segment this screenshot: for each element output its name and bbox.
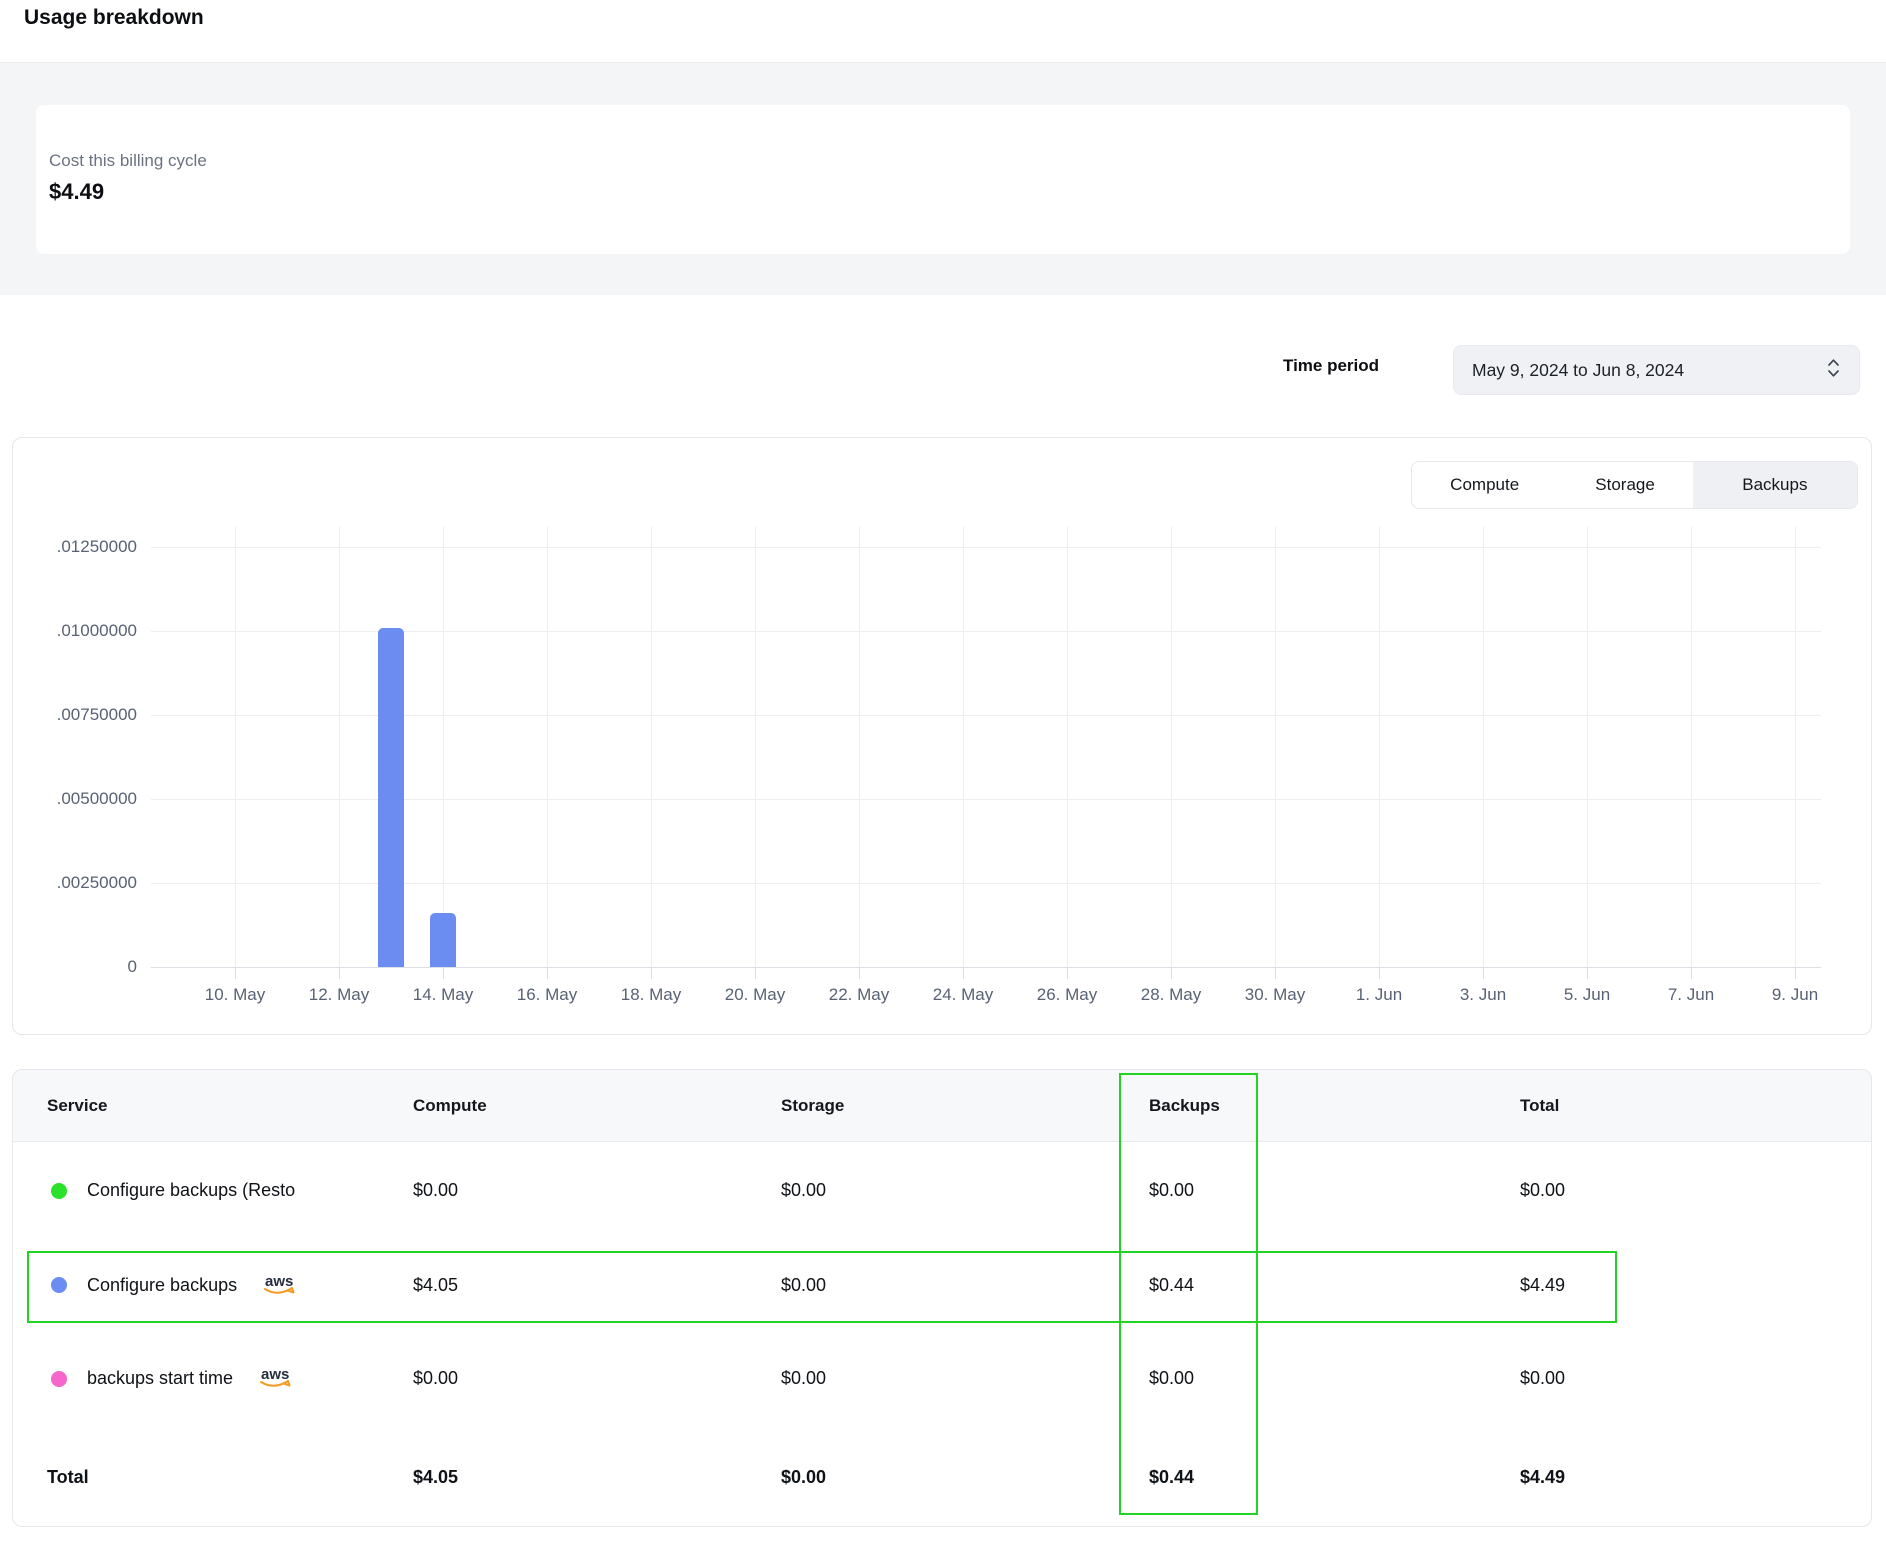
storage-cell: $0.00 bbox=[781, 1275, 1149, 1296]
backups-cell: $0.44 bbox=[1149, 1275, 1520, 1296]
x-axis-label: 14. May bbox=[388, 985, 498, 1005]
x-axis-label: 5. Jun bbox=[1532, 985, 1642, 1005]
cost-summary-card: Cost this billing cycle $4.49 bbox=[36, 105, 1850, 254]
x-axis-label: 26. May bbox=[1012, 985, 1122, 1005]
col-header-backups: Backups bbox=[1149, 1096, 1520, 1116]
table-row: backups start time aws $0.00 $0.00 $0.00… bbox=[13, 1331, 1871, 1426]
summary-band: Cost this billing cycle $4.49 bbox=[0, 62, 1886, 295]
compute-total: $4.05 bbox=[413, 1467, 781, 1488]
backups-cell: $0.00 bbox=[1149, 1368, 1520, 1389]
svg-text:aws: aws bbox=[261, 1366, 289, 1383]
tab-backups[interactable]: Backups bbox=[1693, 462, 1857, 508]
storage-total: $0.00 bbox=[781, 1467, 1149, 1488]
cost-label: Cost this billing cycle bbox=[49, 151, 207, 171]
y-axis-label: .01250000 bbox=[31, 537, 137, 557]
y-axis-label: .00750000 bbox=[31, 705, 137, 725]
aws-logo-icon: aws bbox=[261, 1273, 299, 1302]
service-name: Configure backups bbox=[87, 1275, 237, 1296]
x-axis-label: 24. May bbox=[908, 985, 1018, 1005]
compute-cell: $0.00 bbox=[413, 1180, 781, 1201]
total-cell: $0.00 bbox=[1520, 1180, 1871, 1201]
col-header-storage: Storage bbox=[781, 1096, 1149, 1116]
x-axis-label: 28. May bbox=[1116, 985, 1226, 1005]
y-axis-label: .00250000 bbox=[31, 873, 137, 893]
tab-compute[interactable]: Compute bbox=[1412, 462, 1557, 508]
y-axis-label: .00500000 bbox=[31, 789, 137, 809]
total-row-label: Total bbox=[47, 1467, 413, 1488]
table-row: Configure backups aws $4.05 $0.00 $0.44 … bbox=[13, 1239, 1871, 1331]
service-name: backups start time bbox=[87, 1368, 233, 1389]
col-header-total: Total bbox=[1520, 1096, 1871, 1116]
total-cell: $4.49 bbox=[1520, 1275, 1871, 1296]
x-axis-label: 20. May bbox=[700, 985, 810, 1005]
chart-bar[interactable] bbox=[430, 913, 456, 967]
time-period-select[interactable]: May 9, 2024 to Jun 8, 2024 bbox=[1453, 345, 1860, 395]
grand-total: $4.49 bbox=[1520, 1467, 1871, 1488]
service-color-dot bbox=[51, 1183, 67, 1199]
x-axis-label: 16. May bbox=[492, 985, 602, 1005]
chart-bar[interactable] bbox=[378, 628, 404, 967]
y-axis-label: .01000000 bbox=[31, 621, 137, 641]
x-axis-label: 18. May bbox=[596, 985, 706, 1005]
total-cell: $0.00 bbox=[1520, 1368, 1871, 1389]
svg-text:aws: aws bbox=[265, 1273, 293, 1290]
table-header-row: Service Compute Storage Backups Total bbox=[13, 1070, 1871, 1142]
chevron-updown-icon bbox=[1826, 356, 1841, 385]
usage-table: Service Compute Storage Backups Total Co… bbox=[12, 1069, 1872, 1527]
col-header-service: Service bbox=[47, 1096, 413, 1116]
usage-chart-card: Compute Storage Backups 10. May12. May14… bbox=[12, 437, 1872, 1035]
x-axis-label: 7. Jun bbox=[1636, 985, 1746, 1005]
storage-cell: $0.00 bbox=[781, 1180, 1149, 1201]
time-period-label: Time period bbox=[1283, 356, 1379, 376]
storage-cell: $0.00 bbox=[781, 1368, 1149, 1389]
chart-tab-bar: Compute Storage Backups bbox=[1411, 461, 1858, 509]
backups-total: $0.44 bbox=[1149, 1467, 1520, 1488]
y-axis-label: 0 bbox=[31, 957, 137, 977]
page-title: Usage breakdown bbox=[24, 6, 204, 30]
x-axis-label: 30. May bbox=[1220, 985, 1330, 1005]
x-axis-label: 9. Jun bbox=[1740, 985, 1850, 1005]
time-period-value: May 9, 2024 to Jun 8, 2024 bbox=[1472, 360, 1826, 381]
col-header-compute: Compute bbox=[413, 1096, 781, 1116]
x-axis-label: 12. May bbox=[284, 985, 394, 1005]
service-color-dot bbox=[51, 1371, 67, 1387]
plot-area: 10. May12. May14. May16. May18. May20. M… bbox=[151, 526, 1841, 967]
table-total-row: Total $4.05 $0.00 $0.44 $4.49 bbox=[13, 1426, 1871, 1527]
cost-value: $4.49 bbox=[49, 179, 104, 205]
service-color-dot bbox=[51, 1277, 67, 1293]
tab-storage[interactable]: Storage bbox=[1557, 462, 1692, 508]
compute-cell: $0.00 bbox=[413, 1368, 781, 1389]
x-axis-label: 22. May bbox=[804, 985, 914, 1005]
service-name: Configure backups (Resto bbox=[87, 1180, 295, 1201]
compute-cell: $4.05 bbox=[413, 1275, 781, 1296]
x-axis-label: 10. May bbox=[180, 985, 290, 1005]
x-axis-label: 3. Jun bbox=[1428, 985, 1538, 1005]
billing-usage-page: Usage breakdown Cost this billing cycle … bbox=[0, 0, 1886, 1548]
aws-logo-icon: aws bbox=[257, 1366, 295, 1395]
backups-cell: $0.00 bbox=[1149, 1180, 1520, 1201]
x-axis-label: 1. Jun bbox=[1324, 985, 1434, 1005]
table-row: Configure backups (Resto $0.00 $0.00 $0.… bbox=[13, 1142, 1871, 1239]
